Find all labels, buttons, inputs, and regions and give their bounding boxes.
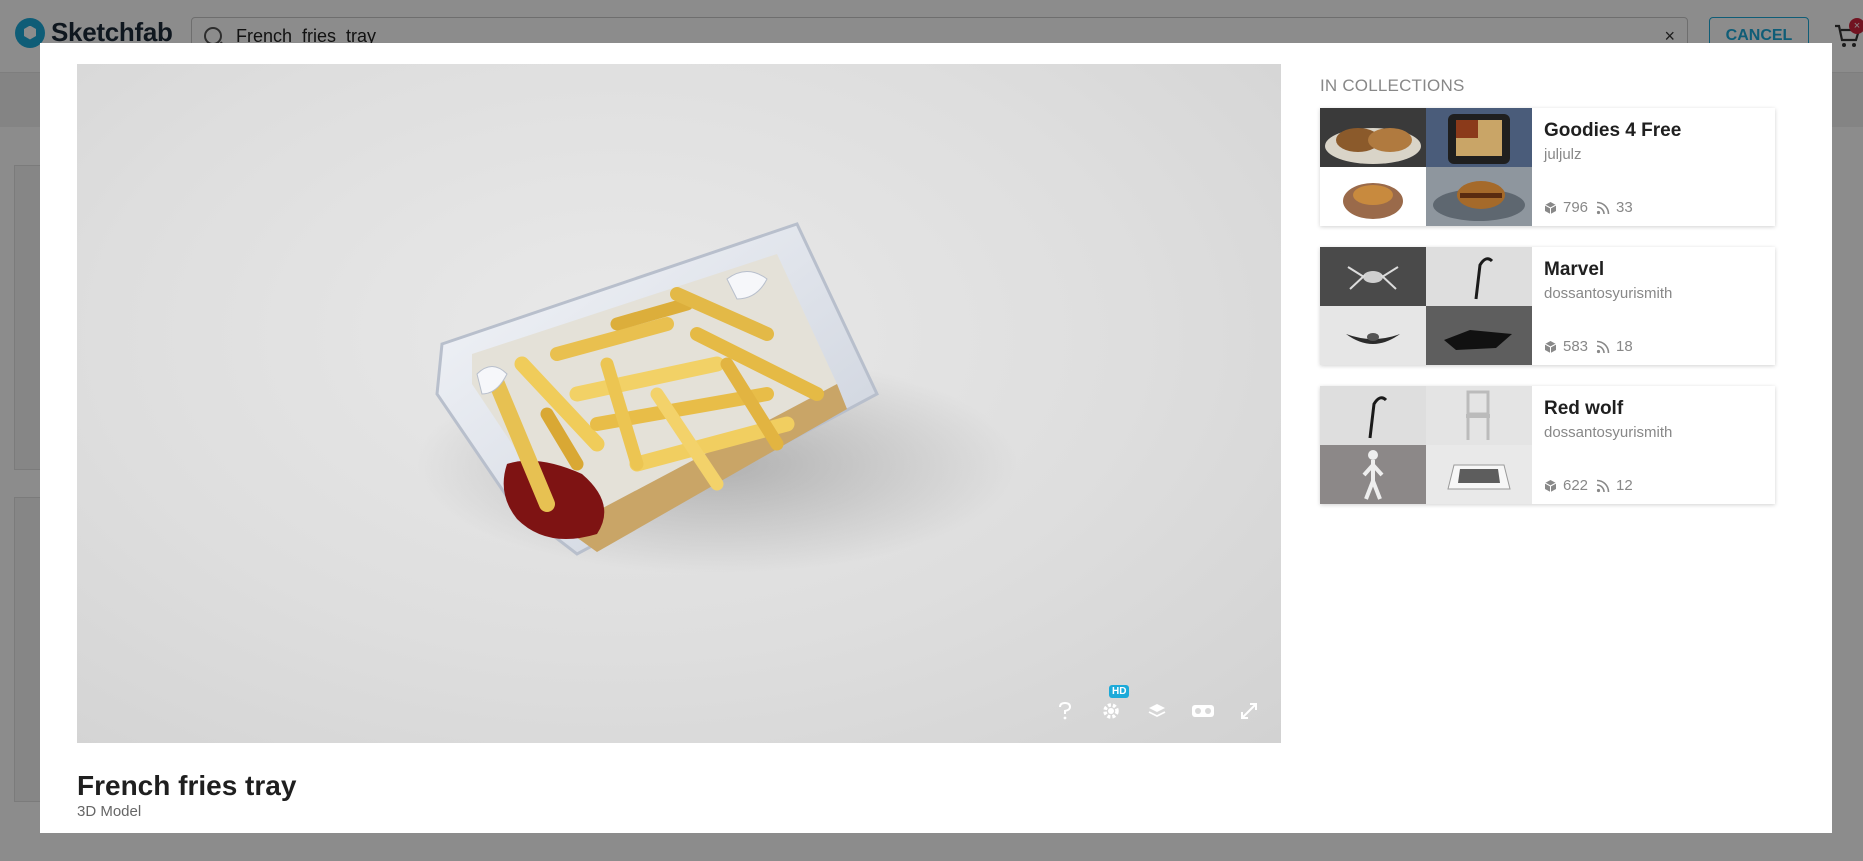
collection-thumbnail bbox=[1320, 445, 1426, 504]
settings-icon[interactable]: HD bbox=[1099, 685, 1130, 723]
feed-icon bbox=[1596, 479, 1610, 492]
collection-owner[interactable]: dossantosyurismith bbox=[1544, 285, 1763, 302]
fullscreen-icon[interactable] bbox=[1237, 699, 1261, 723]
collection-thumbnail bbox=[1320, 386, 1426, 445]
collection-thumbnail bbox=[1426, 108, 1532, 167]
collection-stats: 622 12 bbox=[1544, 477, 1633, 494]
help-icon[interactable] bbox=[1053, 699, 1077, 723]
followers-count: 33 bbox=[1596, 199, 1633, 216]
collection-thumbnails bbox=[1320, 386, 1532, 504]
collection-thumbnail bbox=[1426, 445, 1532, 504]
collection-thumbnails bbox=[1320, 108, 1532, 226]
collection-thumbnail bbox=[1320, 108, 1426, 167]
collection-info: Goodies 4 Free juljulz 796 33 bbox=[1532, 108, 1775, 226]
feed-icon bbox=[1596, 340, 1610, 353]
collections-heading: IN COLLECTIONS bbox=[1320, 76, 1465, 95]
collection-owner[interactable]: juljulz bbox=[1544, 146, 1763, 163]
collection-thumbnail bbox=[1426, 306, 1532, 365]
vr-icon[interactable] bbox=[1191, 699, 1215, 723]
collection-thumbnail bbox=[1426, 167, 1532, 226]
cube-icon bbox=[1544, 201, 1557, 214]
model-preview-modal: HD French fries tray 3D Model IN COLLECT… bbox=[40, 43, 1832, 833]
collection-thumbnails bbox=[1320, 247, 1532, 365]
collection-name[interactable]: Red wolf bbox=[1544, 398, 1763, 420]
collection-thumbnail bbox=[1320, 167, 1426, 226]
collection-owner[interactable]: dossantosyurismith bbox=[1544, 424, 1763, 441]
collection-name[interactable]: Marvel bbox=[1544, 259, 1763, 281]
french-fries-tray-render bbox=[417, 222, 1017, 574]
models-count: 622 bbox=[1544, 477, 1588, 494]
3d-model-viewer[interactable]: HD bbox=[77, 64, 1281, 743]
cube-icon bbox=[1544, 479, 1557, 492]
layers-icon[interactable] bbox=[1145, 699, 1169, 723]
followers-count: 18 bbox=[1596, 338, 1633, 355]
hd-badge: HD bbox=[1109, 685, 1130, 698]
collection-stats: 583 18 bbox=[1544, 338, 1633, 355]
models-count-value: 622 bbox=[1563, 477, 1589, 494]
models-count-value: 796 bbox=[1563, 199, 1589, 216]
followers-count-value: 33 bbox=[1616, 199, 1633, 216]
model-type: 3D Model bbox=[77, 803, 142, 820]
model-title: French fries tray bbox=[77, 770, 297, 801]
collection-thumbnail bbox=[1320, 247, 1426, 306]
followers-count-value: 18 bbox=[1616, 338, 1633, 355]
followers-count-value: 12 bbox=[1616, 477, 1633, 494]
followers-count: 12 bbox=[1596, 477, 1633, 494]
models-count: 583 bbox=[1544, 338, 1588, 355]
collection-card[interactable]: Marvel dossantosyurismith 583 18 bbox=[1320, 247, 1775, 365]
models-count-value: 583 bbox=[1563, 338, 1589, 355]
collection-card[interactable]: Red wolf dossantosyurismith 622 12 bbox=[1320, 386, 1775, 504]
collection-thumbnail bbox=[1426, 386, 1532, 445]
collection-thumbnail bbox=[1320, 306, 1426, 365]
collections-panel: IN COLLECTIONS Goodies 4 Free juljulz 79… bbox=[1320, 64, 1775, 525]
collection-info: Marvel dossantosyurismith 583 18 bbox=[1532, 247, 1775, 365]
feed-icon bbox=[1596, 201, 1610, 214]
cube-icon bbox=[1544, 340, 1557, 353]
collection-name[interactable]: Goodies 4 Free bbox=[1544, 120, 1763, 142]
collection-stats: 796 33 bbox=[1544, 199, 1633, 216]
collection-thumbnail bbox=[1426, 247, 1532, 306]
collection-info: Red wolf dossantosyurismith 622 12 bbox=[1532, 386, 1775, 504]
models-count: 796 bbox=[1544, 199, 1588, 216]
collection-card[interactable]: Goodies 4 Free juljulz 796 33 bbox=[1320, 108, 1775, 226]
viewer-controls: HD bbox=[1053, 685, 1261, 723]
